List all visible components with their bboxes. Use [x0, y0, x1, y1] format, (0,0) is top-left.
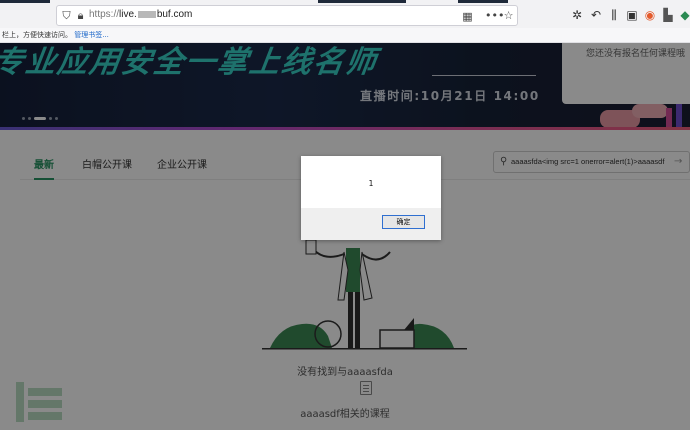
- tab-strip-segment: [0, 0, 50, 3]
- url-text[interactable]: https://live. buf.com: [89, 9, 192, 20]
- url-prefix: live.: [119, 9, 137, 20]
- settings-gear-icon[interactable]: ✲: [570, 8, 584, 22]
- browser-toolbar: ⛉ 🔒︎ https://live. buf.com ▦ ••• ☆ ✲ ↶ ⫼ …: [0, 0, 690, 28]
- url-scheme: https://: [89, 9, 120, 20]
- tab-strip-segment: [318, 0, 406, 3]
- sidebar-icon[interactable]: ▣: [625, 8, 639, 22]
- ok-button[interactable]: 确定: [382, 215, 425, 229]
- more-options-icon[interactable]: •••: [485, 9, 504, 22]
- shield-icon[interactable]: ⛉: [60, 9, 73, 22]
- qr-code-icon[interactable]: ▦: [461, 10, 474, 23]
- url-redaction: [137, 10, 156, 18]
- tab-strip-segment: [458, 0, 508, 3]
- alert-message: 1: [368, 179, 374, 188]
- library-icon[interactable]: ⫼: [607, 8, 621, 22]
- back-history-icon[interactable]: ↶: [589, 8, 603, 22]
- extension-green-icon[interactable]: ◆: [678, 8, 690, 22]
- bookmark-star-icon[interactable]: ☆: [502, 9, 515, 22]
- page: ⛉ 🔒︎ https://live. buf.com ▦ ••• ☆ ✲ ↶ ⫼ …: [0, 0, 690, 430]
- tab-strip: [0, 0, 690, 3]
- alert-dialog: 1 确定: [301, 156, 441, 240]
- bookmarks-bar: 栏上，方便快速访问。 管理书签...: [0, 28, 690, 43]
- manage-bookmarks-link[interactable]: 管理书签...: [74, 31, 109, 39]
- bookmarks-hint: 栏上，方便快速访问。: [2, 31, 72, 39]
- extension-icon[interactable]: ◉: [643, 8, 657, 22]
- url-suffix: buf.com: [156, 9, 193, 20]
- address-bar[interactable]: ⛉ 🔒︎ https://live. buf.com ▦ ••• ☆: [56, 5, 518, 26]
- extension-alt-icon[interactable]: ▙: [661, 8, 675, 22]
- lock-icon[interactable]: 🔒︎: [74, 9, 87, 22]
